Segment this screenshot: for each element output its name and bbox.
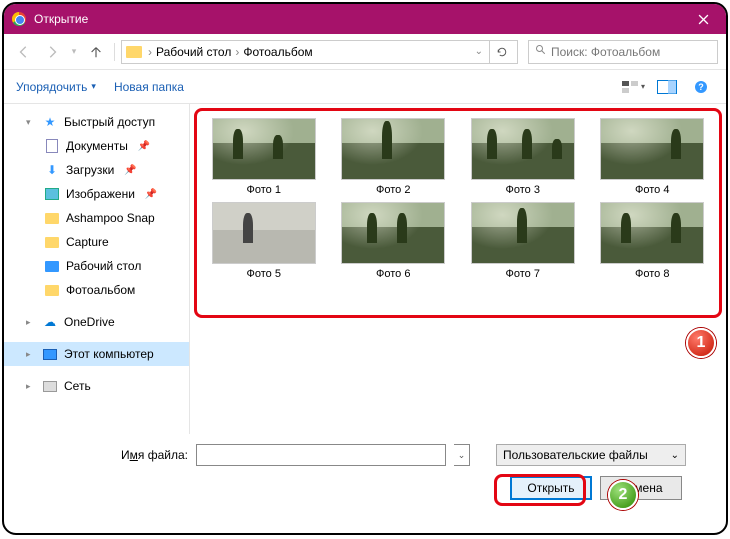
file-item[interactable]: Фото 3 (463, 118, 583, 196)
sidebar-ashampoo[interactable]: Ashampoo Snap (4, 206, 189, 230)
chevron-down-icon[interactable]: ⌄ (475, 46, 483, 57)
organize-menu[interactable]: Упорядочить▾ (16, 80, 96, 94)
recent-dropdown[interactable]: ▾ (68, 40, 80, 64)
file-item[interactable]: Фото 4 (593, 118, 713, 196)
sidebar-photoalbum[interactable]: Фотоальбом (4, 278, 189, 302)
sidebar-onedrive[interactable]: ▸☁OneDrive (4, 310, 189, 334)
pictures-icon (44, 187, 60, 201)
star-icon: ★ (42, 115, 58, 129)
caret-icon: ▾ (26, 117, 36, 128)
file-item[interactable]: Фото 7 (463, 202, 583, 280)
up-button[interactable] (84, 40, 108, 64)
cloud-icon: ☁ (42, 315, 58, 329)
breadcrumb-desktop[interactable]: Рабочий стол (152, 45, 235, 59)
pin-icon: 📌 (138, 141, 150, 152)
svg-text:?: ? (698, 82, 704, 92)
caret-icon: ▸ (26, 349, 36, 360)
search-icon (535, 44, 547, 59)
open-button[interactable]: Открыть (510, 476, 592, 500)
folder-icon (126, 46, 142, 58)
sidebar: ▾★Быстрый доступ Документы📌 ⬇Загрузки📌 И… (4, 104, 190, 434)
download-icon: ⬇ (44, 163, 60, 177)
back-button[interactable] (12, 40, 36, 64)
sidebar-documents[interactable]: Документы📌 (4, 134, 189, 158)
pin-icon: 📌 (124, 165, 136, 176)
view-mode-button[interactable]: ▾ (620, 76, 646, 98)
thumbnail-icon (212, 202, 316, 264)
filename-label: Имя файла: (18, 448, 188, 462)
document-icon (44, 139, 60, 153)
file-item[interactable]: Фото 1 (204, 118, 324, 196)
filetype-select[interactable]: Пользовательские файлы⌄ (496, 444, 686, 466)
thumbnail-icon (471, 202, 575, 264)
thumbnail-icon (341, 118, 445, 180)
chrome-icon (4, 12, 34, 26)
sidebar-pictures[interactable]: Изображени📌 (4, 182, 189, 206)
preview-pane-button[interactable] (654, 76, 680, 98)
network-icon (42, 379, 58, 393)
caret-icon: ▸ (26, 317, 36, 328)
search-placeholder: Поиск: Фотоальбом (551, 45, 660, 59)
window-title: Открытие (34, 12, 681, 26)
sidebar-network[interactable]: ▸Сеть (4, 374, 189, 398)
address-bar[interactable]: › Рабочий стол › Фотоальбом ⌄ (121, 40, 518, 64)
titlebar: Открытие (4, 4, 726, 34)
annotation-callout-1: 1 (686, 328, 716, 358)
file-item[interactable]: Фото 8 (593, 202, 713, 280)
thumbnail-icon (471, 118, 575, 180)
filename-input[interactable] (196, 444, 446, 466)
refresh-button[interactable] (489, 41, 513, 63)
folder-icon (44, 235, 60, 249)
toolbar: Упорядочить▾ Новая папка ▾ ? (4, 70, 726, 104)
thumbnail-icon (600, 202, 704, 264)
computer-icon (42, 347, 58, 361)
close-button[interactable] (681, 4, 726, 34)
file-item[interactable]: Фото 5 (204, 202, 324, 280)
breadcrumb-photoalbum[interactable]: Фотоальбом (239, 45, 316, 59)
thumbnail-icon (600, 118, 704, 180)
sidebar-downloads[interactable]: ⬇Загрузки📌 (4, 158, 189, 182)
caret-icon: ▸ (26, 381, 36, 392)
forward-button[interactable] (40, 40, 64, 64)
file-pane[interactable]: Фото 1 Фото 2 Фото 3 Фото 4 Фото 5 Фото … (190, 104, 726, 434)
chevron-down-icon: ⌄ (671, 450, 679, 461)
folder-icon (44, 211, 60, 225)
sidebar-desktop[interactable]: Рабочий стол (4, 254, 189, 278)
new-folder-button[interactable]: Новая папка (114, 80, 184, 94)
pin-icon: 📌 (145, 189, 157, 200)
file-item[interactable]: Фото 6 (334, 202, 454, 280)
sidebar-this-pc[interactable]: ▸Этот компьютер (4, 342, 189, 366)
annotation-callout-2: 2 (608, 480, 638, 510)
help-button[interactable]: ? (688, 76, 714, 98)
folder-icon (44, 283, 60, 297)
sidebar-capture[interactable]: Capture (4, 230, 189, 254)
sidebar-quick-access[interactable]: ▾★Быстрый доступ (4, 110, 189, 134)
nav-bar: ▾ › Рабочий стол › Фотоальбом ⌄ Поиск: Ф… (4, 34, 726, 70)
desktop-icon (44, 259, 60, 273)
file-item[interactable]: Фото 2 (334, 118, 454, 196)
thumbnail-icon (212, 118, 316, 180)
separator (114, 43, 115, 61)
filename-dropdown[interactable]: ⌄ (454, 444, 470, 466)
thumbnail-icon (341, 202, 445, 264)
search-input[interactable]: Поиск: Фотоальбом (528, 40, 718, 64)
chevron-down-icon: ▾ (91, 81, 96, 92)
